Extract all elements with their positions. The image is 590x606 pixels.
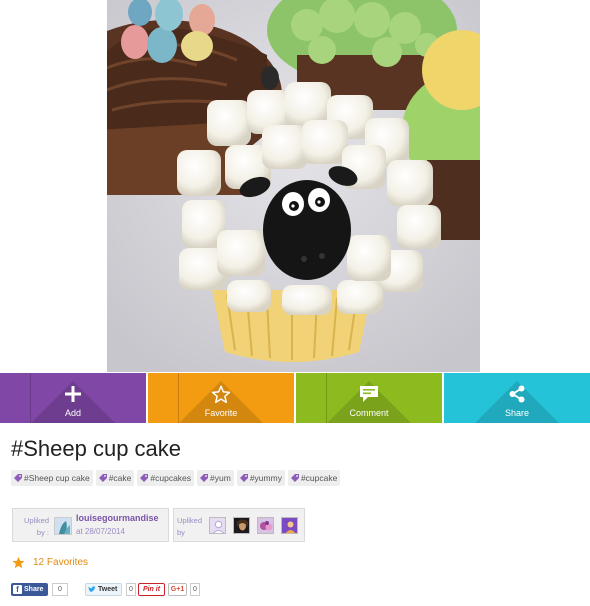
star-icon bbox=[12, 556, 25, 569]
uploader-username[interactable]: louisegourmandise bbox=[76, 513, 159, 523]
tag-item[interactable]: #cake bbox=[95, 470, 135, 486]
tweet-count: 0 bbox=[126, 583, 136, 596]
tag-label: #cake bbox=[108, 473, 132, 483]
tag-item[interactable]: #cupcakes bbox=[137, 470, 195, 486]
tag-icon bbox=[140, 474, 149, 482]
uploader-avatar[interactable] bbox=[54, 517, 72, 535]
user-avatar[interactable] bbox=[233, 517, 250, 534]
tag-icon bbox=[290, 474, 299, 482]
google-plus-count: 0 bbox=[190, 583, 200, 596]
tweet-button[interactable]: Tweet bbox=[85, 583, 122, 596]
google-plus-button[interactable]: G+1 bbox=[168, 583, 187, 596]
facebook-icon: f bbox=[13, 585, 22, 594]
pinit-label: Pin it bbox=[142, 586, 161, 593]
tag-icon bbox=[200, 474, 209, 482]
pinit-button[interactable]: Pin it bbox=[138, 583, 165, 596]
facebook-count: 0 bbox=[52, 583, 68, 596]
post-title: #Sheep cup cake bbox=[11, 436, 182, 461]
tag-item[interactable]: #yum bbox=[197, 470, 234, 486]
user-avatar[interactable] bbox=[281, 517, 298, 534]
facebook-share-label: Share bbox=[24, 586, 44, 593]
tag-icon bbox=[239, 474, 248, 482]
upliker-avatars bbox=[209, 517, 298, 534]
favorites-count[interactable]: 12 Favorites bbox=[12, 556, 88, 569]
tag-label: #yum bbox=[210, 473, 231, 483]
star-outline-icon bbox=[211, 384, 231, 404]
speech-bubble-icon bbox=[359, 384, 379, 404]
upload-date: at 28/07/2014 bbox=[76, 527, 125, 536]
social-share-bar: f Share 0 Tweet 0 Pin it G+1 0 bbox=[11, 583, 211, 597]
favorites-text: 12 Favorites bbox=[33, 557, 89, 568]
plus-icon bbox=[63, 384, 83, 404]
tag-label: #yummy bbox=[249, 473, 282, 483]
tag-item[interactable]: #cupcake bbox=[287, 470, 341, 486]
favorite-label: Favorite bbox=[204, 408, 238, 418]
share-button[interactable]: Share bbox=[444, 373, 590, 423]
tag-icon bbox=[98, 474, 107, 482]
post-photo[interactable] bbox=[107, 0, 480, 372]
user-avatar[interactable] bbox=[257, 517, 274, 534]
sheep-cupcake-image bbox=[107, 0, 480, 372]
favorite-button[interactable]: Favorite bbox=[148, 373, 294, 423]
tag-label: #cupcakes bbox=[150, 473, 192, 483]
upliked-by-box: Upliked by bbox=[173, 508, 305, 542]
tag-item[interactable]: #yummy bbox=[236, 470, 285, 486]
tag-label: #Sheep cup cake bbox=[24, 473, 90, 483]
add-label: Add bbox=[64, 408, 81, 418]
tag-label: #cupcake bbox=[300, 473, 338, 483]
tag-item[interactable]: #Sheep cup cake bbox=[11, 470, 93, 486]
facebook-share-button[interactable]: f Share bbox=[11, 583, 48, 596]
google-plus-label: G+1 bbox=[170, 586, 185, 593]
upliked-by-label: Upliked by bbox=[177, 516, 203, 537]
share-icon bbox=[507, 384, 527, 404]
uploader-box: Upliked by : louisegourmandise at 28/07/… bbox=[12, 508, 169, 542]
add-button[interactable]: Add bbox=[0, 373, 146, 423]
upliked-by-label: Upliked by : bbox=[23, 516, 49, 537]
comment-button[interactable]: Comment bbox=[296, 373, 442, 423]
twitter-bird-icon bbox=[88, 586, 96, 593]
share-label: Share bbox=[504, 408, 530, 418]
tag-icon bbox=[14, 474, 22, 482]
comment-label: Comment bbox=[349, 408, 389, 418]
user-avatar[interactable] bbox=[209, 517, 226, 534]
tweet-label: Tweet bbox=[98, 586, 118, 593]
tag-list: #Sheep cup cake #cake #cupcakes #yum #yu… bbox=[11, 470, 341, 486]
action-bar: Add Favorite Comment Share bbox=[0, 373, 590, 423]
